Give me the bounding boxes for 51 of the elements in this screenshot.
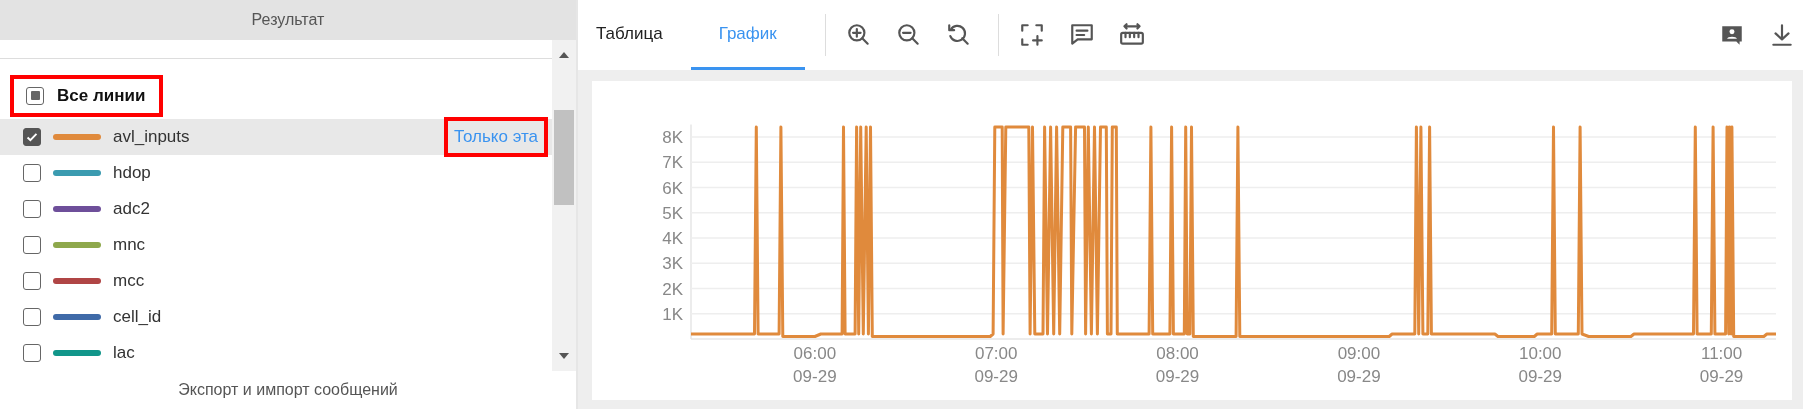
export-import-link[interactable]: Экспорт и импорт сообщений xyxy=(0,371,576,409)
y-axis-label: 1K xyxy=(662,304,683,324)
comment-icon[interactable] xyxy=(1068,22,1095,48)
hovered-row[interactable]: avl_inputs Только эта xyxy=(0,119,552,155)
checkbox[interactable] xyxy=(23,128,41,146)
x-axis-label: 08:00 xyxy=(1156,344,1199,363)
scroll-up-icon[interactable] xyxy=(559,52,569,58)
y-axis-label: 8K xyxy=(662,128,683,147)
y-axis-label: 5K xyxy=(662,203,683,223)
x-axis-date-label: 09-29 xyxy=(1699,367,1744,386)
zoom-in-icon[interactable] xyxy=(845,22,872,48)
scroll-down-icon[interactable] xyxy=(559,353,569,359)
checkbox[interactable] xyxy=(23,308,41,326)
x-axis-date-label: 09-29 xyxy=(1518,367,1562,386)
y-axis-label: 4K xyxy=(662,229,683,248)
line-label[interactable]: mcc xyxy=(113,271,145,291)
x-axis-label: 06:00 xyxy=(793,344,837,363)
line-label[interactable]: adc2 xyxy=(113,199,150,219)
checkbox[interactable] xyxy=(23,344,41,362)
checkbox[interactable] xyxy=(23,272,41,290)
checkbox[interactable] xyxy=(26,86,44,105)
y-axis-label: 6K xyxy=(662,178,683,198)
scroll-thumb[interactable] xyxy=(554,110,574,205)
line-label[interactable]: cell_id xyxy=(113,307,162,327)
download-icon[interactable] xyxy=(1769,22,1795,48)
x-axis-label: 07:00 xyxy=(974,344,1018,363)
ruler-icon[interactable] xyxy=(1118,22,1145,48)
x-axis-label: 11:00 xyxy=(1700,344,1743,363)
checkbox[interactable] xyxy=(23,200,41,218)
checkbox[interactable] xyxy=(23,164,41,182)
y-axis-label: 2K xyxy=(662,279,683,299)
x-axis-label: 10:00 xyxy=(1519,344,1562,363)
checkbox[interactable] xyxy=(23,236,41,254)
x-axis-date-label: 09-29 xyxy=(1155,367,1200,386)
zoom-out-icon[interactable] xyxy=(895,22,922,48)
line-label[interactable]: lac xyxy=(113,343,135,363)
y-axis-label: 3K xyxy=(662,254,683,274)
panel-header: Результат xyxy=(0,0,576,40)
reset-zoom-icon[interactable] xyxy=(945,22,972,48)
scrollbar[interactable] xyxy=(552,40,576,371)
x-axis-date-label: 09-29 xyxy=(793,367,837,386)
line-label[interactable]: avl_inputs xyxy=(113,127,190,147)
x-axis-date-label: 09-29 xyxy=(1337,367,1381,386)
all-lines-label[interactable]: Все линии xyxy=(57,85,146,106)
add-selection-icon[interactable] xyxy=(1018,22,1045,48)
line-label[interactable]: hdop xyxy=(113,163,151,183)
x-axis-date-label: 09-29 xyxy=(974,367,1018,386)
line-label[interactable]: mnc xyxy=(113,235,146,255)
x-axis-label: 09:00 xyxy=(1337,344,1381,363)
y-axis-label: 7K xyxy=(662,153,683,173)
tab[interactable]: Таблица xyxy=(596,0,685,70)
